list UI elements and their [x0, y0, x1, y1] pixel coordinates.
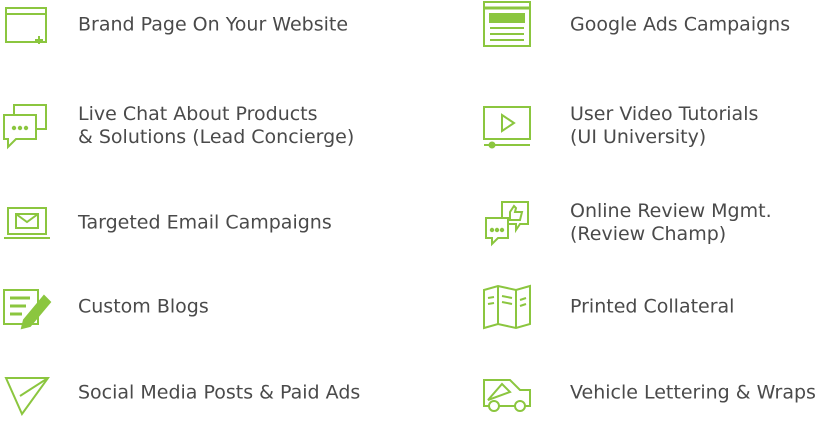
service-label: Google Ads Campaigns	[570, 13, 791, 36]
service-item-brand-page: Brand Page On Your Website	[0, 0, 430, 60]
laptop-email-icon	[0, 196, 54, 250]
document-edit-icon	[0, 280, 54, 334]
service-label: Social Media Posts & Paid Ads	[78, 381, 361, 404]
service-item-live-chat: Live Chat About Products & Solutions (Le…	[0, 91, 430, 161]
service-item-printed: Printed Collateral	[470, 272, 835, 342]
brochure-icon	[480, 280, 534, 334]
paper-plane-icon	[0, 366, 54, 420]
chat-bubbles-icon	[0, 99, 54, 153]
browser-window-plus-icon	[0, 0, 54, 52]
service-label: Printed Collateral	[570, 295, 735, 318]
vehicle-van-icon	[480, 366, 534, 420]
service-label: Online Review Mgmt. (Review Champ)	[570, 200, 772, 245]
service-label: User Video Tutorials (UI University)	[570, 103, 759, 148]
service-label: Brand Page On Your Website	[78, 13, 349, 36]
service-label: Live Chat About Products & Solutions (Le…	[78, 103, 355, 148]
service-item-email: Targeted Email Campaigns	[0, 188, 430, 258]
service-item-google-ads: Google Ads Campaigns	[470, 0, 835, 60]
review-thumbs-up-icon	[480, 196, 534, 250]
service-item-blogs: Custom Blogs	[0, 272, 430, 342]
service-item-video: User Video Tutorials (UI University)	[470, 91, 835, 161]
service-label: Vehicle Lettering & Wraps	[570, 381, 816, 404]
video-player-icon	[480, 99, 534, 153]
document-stack-icon	[480, 0, 534, 52]
service-label: Custom Blogs	[78, 295, 209, 318]
service-label: Targeted Email Campaigns	[78, 211, 332, 234]
service-item-reviews: Online Review Mgmt. (Review Champ)	[470, 188, 835, 258]
